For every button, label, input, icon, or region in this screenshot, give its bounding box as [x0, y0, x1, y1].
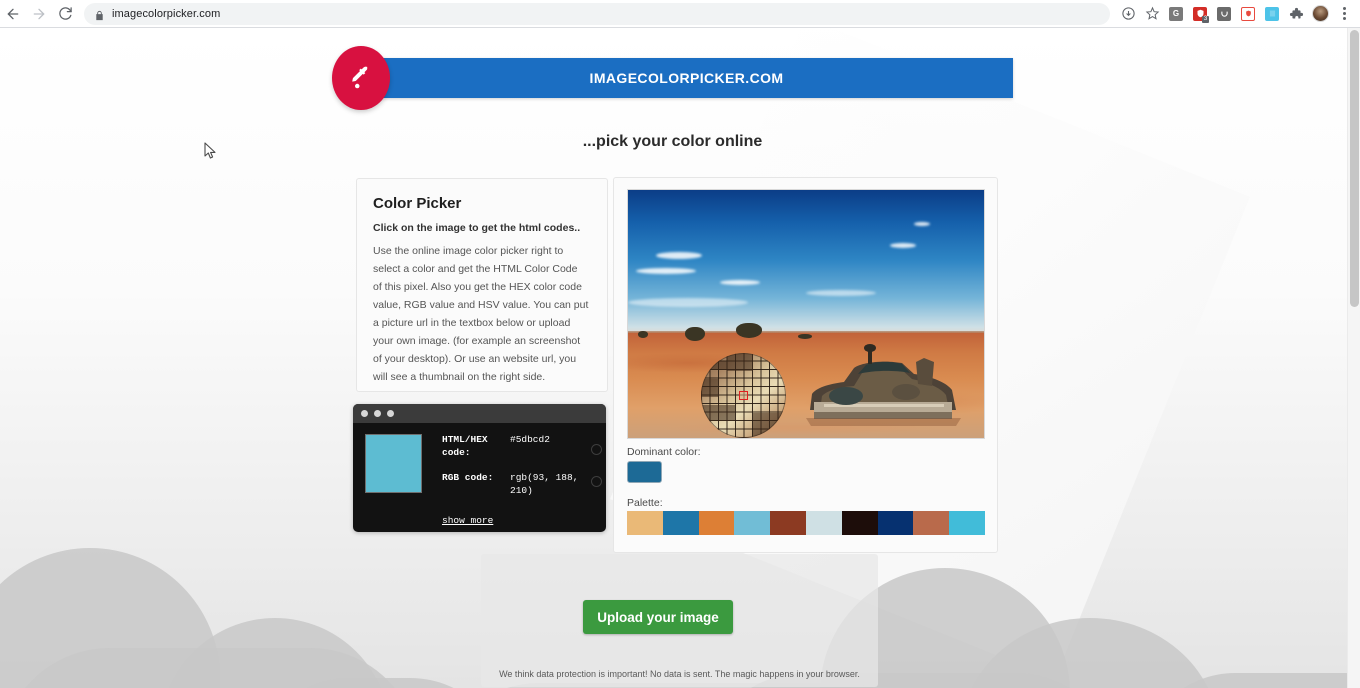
eyedropper-logo-icon[interactable]: [332, 46, 390, 110]
image-tree-small: [638, 331, 648, 338]
upload-section: Upload your image We think data protecti…: [481, 554, 878, 687]
image-sky-region: [628, 190, 984, 336]
palette-swatch-0[interactable]: [627, 511, 663, 535]
color-picker-info-card: Color Picker Click on the image to get t…: [356, 178, 608, 392]
image-bush-right: [798, 334, 812, 339]
image-tree-left: [685, 327, 705, 341]
panel-titlebar: [353, 404, 606, 423]
dominant-color-swatch[interactable]: [627, 461, 662, 483]
page-viewport: IMAGECOLORPICKER.COM ...pick your color …: [0, 28, 1360, 688]
back-button[interactable]: [0, 1, 26, 27]
bookmark-star-icon[interactable]: [1140, 2, 1164, 26]
page-title: IMAGECOLORPICKER.COM: [589, 70, 784, 86]
palette-swatch-8[interactable]: [913, 511, 950, 535]
grammarly-extension-icon[interactable]: G: [1164, 2, 1188, 26]
address-bar[interactable]: imagecolorpicker.com: [84, 2, 1110, 25]
adblock-extension-icon[interactable]: [1236, 2, 1260, 26]
pocket-extension-icon[interactable]: [1212, 2, 1236, 26]
palette-swatch-5[interactable]: [805, 511, 842, 535]
palette-swatch-6[interactable]: [841, 511, 878, 535]
info-card-title: Color Picker: [373, 195, 462, 212]
rgb-code-label: RGB code:: [442, 472, 494, 484]
hex-code-label: HTML/HEX code:: [442, 434, 488, 458]
toolbar-icon-group: G 3: [1116, 2, 1360, 26]
palette-label: Palette:: [627, 497, 663, 509]
panel-body: HTML/HEX code: #5dbcd2 RGB code: rgb(93,…: [353, 423, 606, 532]
browser-toolbar: imagecolorpicker.com G 3: [0, 0, 1360, 28]
data-protection-note: We think data protection is important! N…: [499, 669, 860, 679]
window-dot-green: [387, 410, 394, 417]
palette-swatch-3[interactable]: [734, 511, 771, 535]
site-header: IMAGECOLORPICKER.COM: [332, 46, 1013, 118]
info-card-lead: Click on the image to get the html codes…: [373, 222, 581, 234]
extensions-puzzle-icon[interactable]: [1284, 2, 1308, 26]
source-image[interactable]: [627, 189, 985, 439]
image-tree-mid: [736, 323, 762, 338]
palette-swatch-4[interactable]: [770, 511, 806, 535]
image-car: [806, 344, 961, 426]
copy-rgb-icon[interactable]: [591, 476, 602, 487]
loupe-selection-marker: [739, 391, 748, 400]
palette-swatches: [627, 511, 985, 535]
palette-swatch-2[interactable]: [698, 511, 735, 535]
profile-avatar[interactable]: [1308, 2, 1332, 26]
palette-swatch-7[interactable]: [877, 511, 914, 535]
lastpass-extension-icon[interactable]: 3: [1188, 2, 1212, 26]
selected-color-swatch: [365, 434, 422, 493]
magnifier-loupe: [701, 353, 786, 438]
info-card-body: Use the online image color picker right …: [373, 244, 589, 384]
hex-code-value[interactable]: #5dbcd2: [510, 434, 550, 459]
copy-hex-icon[interactable]: [591, 444, 602, 455]
window-dot-red: [361, 410, 368, 417]
rgb-code-row: RGB code: rgb(93, 188, 210): [442, 472, 606, 497]
color-result-panel: HTML/HEX code: #5dbcd2 RGB code: rgb(93,…: [353, 404, 606, 532]
window-dot-yellow: [374, 410, 381, 417]
image-picker-card: Dominant color: Palette:: [613, 177, 998, 553]
mouse-cursor: [204, 142, 216, 159]
forward-button[interactable]: [26, 1, 52, 27]
palette-swatch-1[interactable]: [662, 511, 699, 535]
header-banner: IMAGECOLORPICKER.COM: [360, 58, 1013, 98]
save-to-drive-extension-icon[interactable]: [1260, 2, 1284, 26]
page-subtitle: ...pick your color online: [582, 133, 763, 150]
palette-swatch-9[interactable]: [949, 511, 985, 535]
reload-button[interactable]: [52, 1, 78, 27]
upload-image-button[interactable]: Upload your image: [583, 600, 733, 634]
hex-code-row: HTML/HEX code: #5dbcd2: [442, 434, 606, 459]
chrome-menu-icon[interactable]: [1332, 2, 1356, 26]
share-icon[interactable]: [1116, 2, 1140, 26]
show-more-link[interactable]: show more: [442, 515, 493, 526]
page-scrollbar-track[interactable]: [1347, 28, 1360, 688]
page-scrollbar-thumb[interactable]: [1350, 30, 1359, 307]
lastpass-badge-count: 3: [1202, 15, 1209, 23]
lock-icon: [94, 8, 105, 21]
url-text: imagecolorpicker.com: [112, 7, 221, 20]
dominant-color-label: Dominant color:: [627, 446, 701, 458]
